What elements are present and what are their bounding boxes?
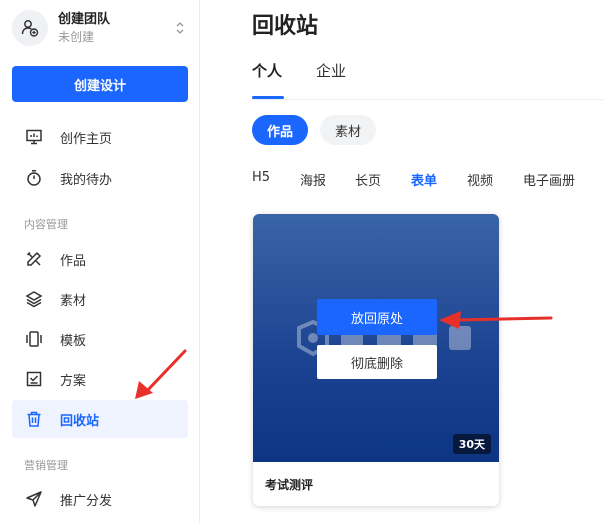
work-card[interactable]: 放回原处 彻底删除 30天 考试测评 (253, 214, 499, 506)
sidebar-item-plans[interactable]: 方案 (12, 360, 188, 398)
active-tab-indicator (252, 96, 284, 99)
card-title: 考试测评 (265, 478, 314, 492)
filter-poster[interactable]: 海报 (300, 170, 326, 189)
timer-icon (24, 168, 44, 188)
days-remaining-badge: 30天 (452, 434, 491, 454)
team-add-icon (21, 20, 39, 37)
sidebar-item-label: 素材 (60, 293, 87, 309)
sidebar-item-label: 模板 (60, 333, 87, 349)
scope-tabs: 个人 企业 (252, 58, 603, 100)
trash-icon (24, 409, 44, 429)
sidebar: 创建团队 未创建 创建设计 创作主页 我的待办 内容管理 作品 素材 模板 方案… (0, 0, 200, 523)
page-title: 回收站 (252, 14, 319, 39)
sidebar-item-label: 我的待办 (60, 172, 113, 188)
team-switcher[interactable]: 创建团队 未创建 (12, 8, 188, 48)
content-section-title: 内容管理 (24, 218, 68, 231)
send-icon (24, 489, 44, 509)
layers-icon (24, 289, 44, 309)
filter-video[interactable]: 视频 (467, 170, 493, 189)
sidebar-item-label: 回收站 (60, 413, 100, 429)
pill-assets[interactable]: 素材 (320, 115, 376, 145)
sidebar-item-works[interactable]: 作品 (12, 240, 188, 278)
monitor-icon (24, 127, 44, 147)
restore-button[interactable]: 放回原处 (317, 299, 437, 335)
marketing-section-title: 营销管理 (24, 459, 68, 472)
card-thumbnail: 放回原处 彻底删除 30天 (253, 214, 499, 462)
filter-ebook[interactable]: 电子画册 (523, 170, 575, 189)
sidebar-item-label: 创作主页 (60, 131, 113, 147)
filter-long-page[interactable]: 长页 (355, 170, 381, 189)
permanent-delete-button[interactable]: 彻底删除 (317, 345, 437, 379)
chevron-up-down-icon[interactable] (172, 16, 188, 40)
sidebar-item-home[interactable]: 创作主页 (12, 118, 188, 156)
sidebar-item-templates[interactable]: 模板 (12, 320, 188, 358)
pill-works[interactable]: 作品 (252, 115, 308, 145)
filter-h5[interactable]: H5 (252, 170, 270, 185)
tab-personal[interactable]: 个人 (252, 58, 282, 100)
team-status: 未创建 (58, 30, 95, 44)
team-avatar (12, 10, 48, 46)
sidebar-item-recycle-bin[interactable]: 回收站 (12, 400, 188, 438)
template-icon (24, 329, 44, 349)
tab-enterprise[interactable]: 企业 (316, 58, 346, 100)
sidebar-item-todo[interactable]: 我的待办 (12, 159, 188, 197)
pencil-ruler-icon (24, 249, 44, 269)
create-design-button[interactable]: 创建设计 (12, 66, 188, 102)
checklist-icon (24, 369, 44, 389)
sidebar-item-label: 方案 (60, 373, 87, 389)
team-name: 创建团队 (58, 12, 111, 27)
sidebar-item-label: 作品 (60, 253, 87, 269)
sidebar-item-assets[interactable]: 素材 (12, 280, 188, 318)
sidebar-item-distribution[interactable]: 推广分发 (12, 480, 188, 518)
filter-form[interactable]: 表单 (411, 170, 437, 189)
sidebar-item-label: 推广分发 (60, 493, 113, 509)
